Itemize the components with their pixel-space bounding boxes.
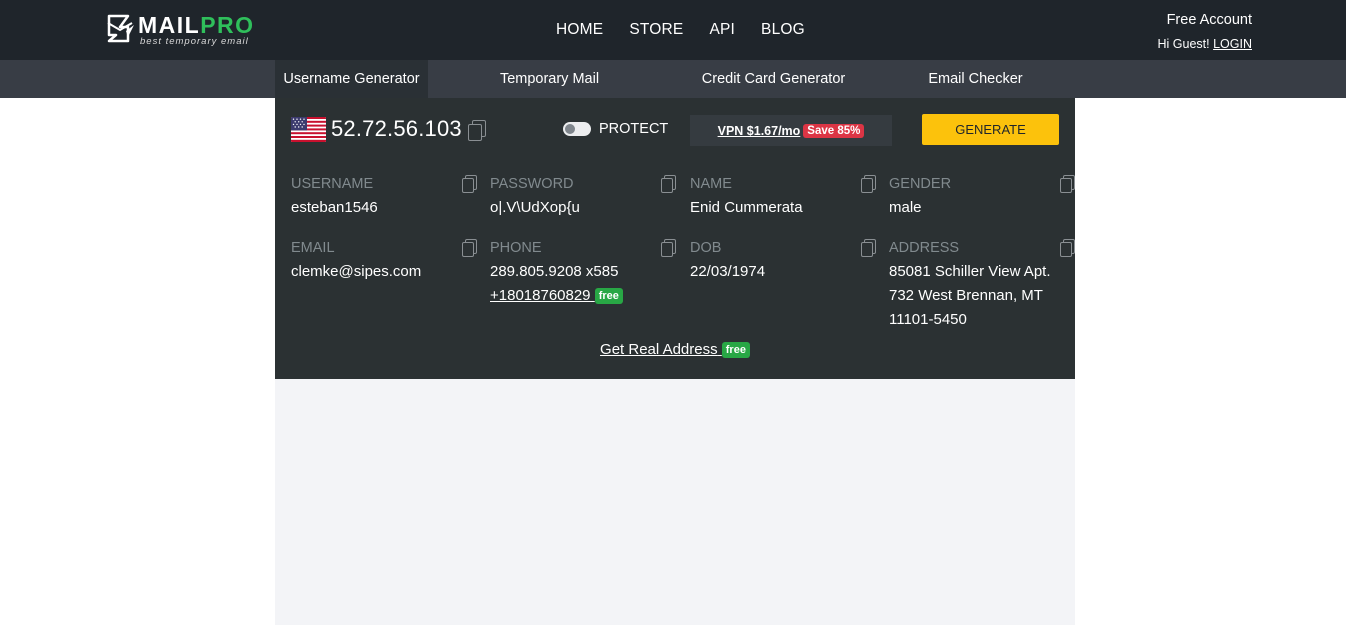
account-area: Free Account Hi Guest! LOGIN (1158, 11, 1253, 52)
generator-panel: 52.72.56.103 PROTECT VPN $1.67/mo Save 8… (275, 98, 1075, 379)
gender-field: GENDER male (889, 175, 1075, 220)
ip-display: 52.72.56.103 (291, 116, 486, 142)
main-nav: HOME STORE API BLOG (543, 0, 818, 60)
us-flag-icon (291, 116, 326, 142)
tab-credit-card-generator[interactable]: Credit Card Generator (671, 60, 876, 98)
toggle-switch[interactable] (563, 122, 591, 136)
email-label: EMAIL (291, 240, 335, 256)
guest-greeting: Hi Guest! LOGIN (1158, 36, 1253, 52)
email-value: clemke@sipes.com (291, 263, 422, 280)
phone-value: 289.805.9208 x585 (490, 263, 619, 280)
get-real-address-text[interactable]: Get Real Address (600, 341, 718, 358)
phone-field: PHONE 289.805.9208 x585 +18018760829 fre… (490, 239, 676, 308)
nav-store[interactable]: STORE (629, 21, 683, 39)
address-line-2: 732 West Brennan, MT (889, 287, 1043, 304)
free-badge: free (721, 342, 750, 359)
tool-tabs-bar: Username Generator Temporary Mail Credit… (0, 60, 1346, 98)
free-phone-number-link[interactable]: +18018760829 free (490, 287, 623, 305)
copy-email-icon[interactable] (462, 239, 477, 257)
email-field: EMAIL clemke@sipes.com (291, 239, 477, 284)
protect-toggle[interactable]: PROTECT (563, 121, 668, 137)
copy-username-icon[interactable] (462, 175, 477, 193)
name-field: NAME Enid Cummerata (690, 175, 876, 220)
nav-blog[interactable]: BLOG (761, 21, 805, 39)
username-value: esteban1546 (291, 199, 378, 216)
name-label: NAME (690, 176, 732, 192)
copy-gender-icon[interactable] (1060, 175, 1075, 193)
free-account-link[interactable]: Free Account (1158, 11, 1252, 29)
top-bar: MAILPRO best temporary email HOME STORE … (0, 0, 1346, 60)
free-badge: free (594, 288, 623, 305)
address-label: ADDRESS (889, 240, 960, 256)
free-phone-number[interactable]: +18018760829 (490, 287, 591, 304)
tab-temporary-mail[interactable]: Temporary Mail (428, 60, 671, 98)
gender-label: GENDER (889, 176, 952, 192)
save-badge: Save 85% (803, 123, 865, 138)
dob-label: DOB (690, 240, 722, 256)
username-field: USERNAME esteban1546 (291, 175, 477, 220)
generate-button[interactable]: GENERATE (922, 114, 1059, 145)
copy-phone-icon[interactable] (661, 239, 676, 257)
gender-value: male (889, 199, 922, 216)
envelope-logo-icon (106, 13, 136, 45)
content-area (275, 379, 1075, 625)
vpn-offer[interactable]: VPN $1.67/mo Save 85% (690, 115, 892, 146)
copy-ip-icon[interactable] (467, 119, 486, 141)
copy-dob-icon[interactable] (861, 239, 876, 257)
logo-wordmark: MAILPRO (138, 12, 255, 38)
tab-email-checker[interactable]: Email Checker (876, 60, 1075, 98)
ip-address: 52.72.56.103 (331, 116, 462, 141)
password-field: PASSWORD o|.V\UdXop{u (490, 175, 676, 220)
phone-label: PHONE (490, 240, 542, 256)
address-line-3: 11101-5450 (889, 311, 967, 328)
address-line-1: 85081 Schiller View Apt. (889, 263, 1051, 280)
password-label: PASSWORD (490, 176, 574, 192)
protect-label: PROTECT (599, 121, 669, 137)
copy-name-icon[interactable] (861, 175, 876, 193)
name-value: Enid Cummerata (690, 199, 803, 216)
logo[interactable]: MAILPRO best temporary email (106, 13, 266, 49)
logo-tagline: best temporary email (140, 36, 249, 47)
nav-home[interactable]: HOME (556, 21, 603, 39)
copy-address-icon[interactable] (1060, 239, 1075, 257)
dob-value: 22/03/1974 (690, 263, 766, 280)
login-link[interactable]: LOGIN (1213, 37, 1252, 51)
dob-field: DOB 22/03/1974 (690, 239, 876, 284)
username-label: USERNAME (291, 176, 374, 192)
greeting-text: Hi Guest! (1157, 37, 1210, 51)
get-real-address-link[interactable]: Get Real Address free (600, 341, 750, 359)
vpn-link[interactable]: VPN $1.67/mo (718, 124, 801, 138)
tab-username-generator[interactable]: Username Generator (275, 60, 428, 98)
password-value: o|.V\UdXop{u (490, 199, 580, 216)
real-address-row: Get Real Address free (275, 341, 1075, 359)
copy-password-icon[interactable] (661, 175, 676, 193)
nav-api[interactable]: API (709, 21, 735, 39)
address-field: ADDRESS 85081 Schiller View Apt. 732 Wes… (889, 239, 1075, 332)
